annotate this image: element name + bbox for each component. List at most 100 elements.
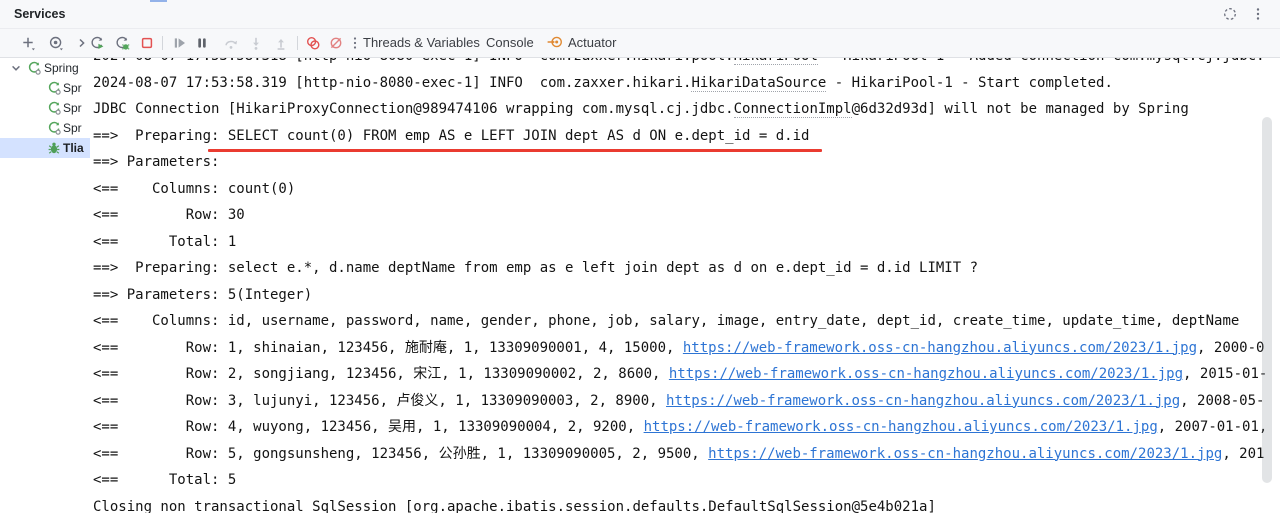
console-line: 2024-08-07 17:53:58.319 [http-nio-8080-e… (93, 70, 1280, 97)
console-text: ConnectionImpl (734, 101, 852, 118)
titlebar-actions (1222, 6, 1266, 22)
view-breakpoints-icon[interactable] (305, 35, 321, 51)
tree-item-label: Tlia (63, 138, 84, 158)
console-line: ==> Preparing: SELECT count(0) FROM emp … (93, 123, 1280, 150)
resume-icon[interactable] (171, 35, 187, 51)
view-options-eye-icon[interactable] (48, 35, 64, 51)
tree-item-label: Spr (63, 78, 82, 98)
step-out-icon[interactable] (273, 35, 289, 51)
tree-item-spr[interactable]: Spr (0, 98, 90, 118)
console-text: Closing non transactional SqlSession [or… (93, 499, 708, 513)
console-text: 2024-08-07 17:53:58.318 [http-nio-8080-e… (93, 58, 734, 64)
rerun-debug-icon[interactable] (114, 35, 130, 51)
step-into-icon[interactable] (248, 35, 264, 51)
tab-console[interactable]: Console (486, 29, 534, 57)
console-line: 2024-08-07 17:53:58.318 [http-nio-8080-e… (93, 58, 1280, 70)
console-line: <== Row: 4, wuyong, 123456, 吴用, 1, 13309… (93, 414, 1280, 441)
console-text: JDBC Connection [HikariProxyConnection@9… (93, 101, 734, 117)
tool-window-settings-icon[interactable] (1222, 6, 1238, 22)
console-text: , 2008-05- (1180, 393, 1264, 409)
console-line: <== Row: 5, gongsunsheng, 123456, 公孙胜, 1… (93, 441, 1280, 468)
console-line: <== Total: 1 (93, 229, 1280, 256)
debug-toolbar: Threads & Variables Console Actuator (0, 29, 1280, 58)
console-output[interactable]: 2024-08-07 17:53:58.318 [http-nio-8080-e… (90, 58, 1280, 513)
console-link[interactable]: https://web-framework.oss-cn-hangzhou.al… (708, 446, 1222, 462)
spring-boot-run-icon (46, 80, 62, 96)
console-text: 2024-08-07 17:53:58.319 [http-nio-8080-e… (93, 75, 691, 91)
console-text: ==> Preparing: SELECT count(0) FROM emp … (93, 128, 809, 144)
titlebar: Services (0, 0, 1280, 29)
sql-red-underline-annotation (208, 149, 822, 152)
console-text: @5e4b021a] (852, 499, 936, 513)
console-text: - HikariPool-1 - Added connection com.my… (818, 58, 1265, 64)
tab-actuator[interactable]: Actuator (547, 29, 616, 57)
tree-item-tlia[interactable]: Tlia (0, 138, 90, 158)
tree-item-label: Spr (63, 98, 82, 118)
rerun-icon[interactable] (89, 35, 105, 51)
console-text: ==> Parameters: (93, 154, 228, 170)
console-line: ==> Parameters: (93, 149, 1280, 176)
console-link[interactable]: https://web-framework.oss-cn-hangzhou.al… (666, 393, 1180, 409)
console-line: <== Row: 3, lujunyi, 123456, 卢俊义, 1, 133… (93, 388, 1280, 415)
console-text: <== Columns: id, username, password, nam… (93, 313, 1239, 329)
chevron-right-icon[interactable] (74, 35, 90, 51)
tree-item-spring[interactable]: Spring (0, 58, 90, 78)
more-options-icon[interactable] (1250, 6, 1266, 22)
console-link[interactable]: https://web-framework.oss-cn-hangzhou.al… (669, 366, 1183, 382)
console-link[interactable]: https://web-framework.oss-cn-hangzhou.al… (683, 340, 1197, 356)
console-line: Closing non transactional SqlSession [or… (93, 494, 1280, 513)
top-progress-sliver (150, 0, 167, 2)
console-text: - HikariPool-1 - Start completed. (826, 75, 1113, 91)
console-text: HikariDataSource (691, 75, 826, 92)
debug-bug-icon (46, 140, 62, 156)
console-line: JDBC Connection [HikariProxyConnection@9… (93, 96, 1280, 123)
console-text: HikariPool (734, 58, 818, 65)
chevron-down-icon[interactable] (8, 60, 24, 76)
spring-boot-run-icon (46, 100, 62, 116)
console-line: <== Row: 1, shinaian, 123456, 施耐庵, 1, 13… (93, 335, 1280, 362)
console-text: @6d32d93d] will not be managed by Spring (852, 101, 1189, 117)
console-text: <== Total: 1 (93, 234, 236, 250)
console-line: ==> Preparing: select e.*, d.name deptNa… (93, 255, 1280, 282)
pause-icon[interactable] (194, 35, 210, 51)
toolbar-separator (162, 36, 163, 50)
console-text: ==> Preparing: select e.*, d.name deptNa… (93, 260, 978, 276)
console-line: <== Columns: id, username, password, nam… (93, 308, 1280, 335)
vertical-scrollbar-thumb[interactable] (1262, 117, 1272, 483)
panel-title: Services (14, 0, 65, 28)
actuator-icon (547, 32, 563, 48)
stop-icon[interactable] (139, 35, 155, 51)
spring-boot-run-icon (26, 60, 42, 76)
console-text: <== Row: 30 (93, 207, 245, 223)
services-tool-window: Services (0, 0, 1280, 513)
services-tree: SpringSprSprSprTlia (0, 58, 90, 513)
tab-actuator-label: Actuator (568, 35, 616, 50)
console-text: <== Row: 3, lujunyi, 123456, 卢俊义, 1, 133… (93, 393, 666, 409)
console-text: <== Columns: count(0) (93, 181, 295, 197)
toolbar-separator (297, 36, 298, 50)
console-text: , 2000-0 (1197, 340, 1264, 356)
console-text: ==> Parameters: 5(Integer) (93, 287, 312, 303)
console-text: <== Total: 5 (93, 472, 236, 488)
step-over-icon[interactable] (223, 35, 239, 51)
console-line: <== Row: 30 (93, 202, 1280, 229)
tab-threads-variables[interactable]: Threads & Variables (363, 29, 480, 57)
console-text: <== Row: 5, gongsunsheng, 123456, 公孙胜, 1… (93, 446, 708, 462)
console-text: , 201 (1222, 446, 1264, 462)
console-text: , 2007-01-01, (1158, 419, 1268, 435)
console-text: <== Row: 1, shinaian, 123456, 施耐庵, 1, 13… (93, 340, 683, 356)
tree-item-spr[interactable]: Spr (0, 118, 90, 138)
console-line: <== Row: 2, songjiang, 123456, 宋江, 1, 13… (93, 361, 1280, 388)
add-service-icon[interactable] (20, 35, 36, 51)
tree-item-label: Spring (44, 58, 79, 78)
more-toolbar-icon[interactable] (347, 35, 363, 51)
mute-breakpoints-icon[interactable] (328, 35, 344, 51)
tree-item-spr[interactable]: Spr (0, 78, 90, 98)
console-line: <== Columns: count(0) (93, 176, 1280, 203)
tree-item-label: Spr (63, 118, 82, 138)
console-link[interactable]: https://web-framework.oss-cn-hangzhou.al… (644, 419, 1158, 435)
console-text: , 2015-01- (1183, 366, 1267, 382)
console-line: <== Total: 5 (93, 467, 1280, 494)
console-line: ==> Parameters: 5(Integer) (93, 282, 1280, 309)
console-text: <== Row: 2, songjiang, 123456, 宋江, 1, 13… (93, 366, 669, 382)
